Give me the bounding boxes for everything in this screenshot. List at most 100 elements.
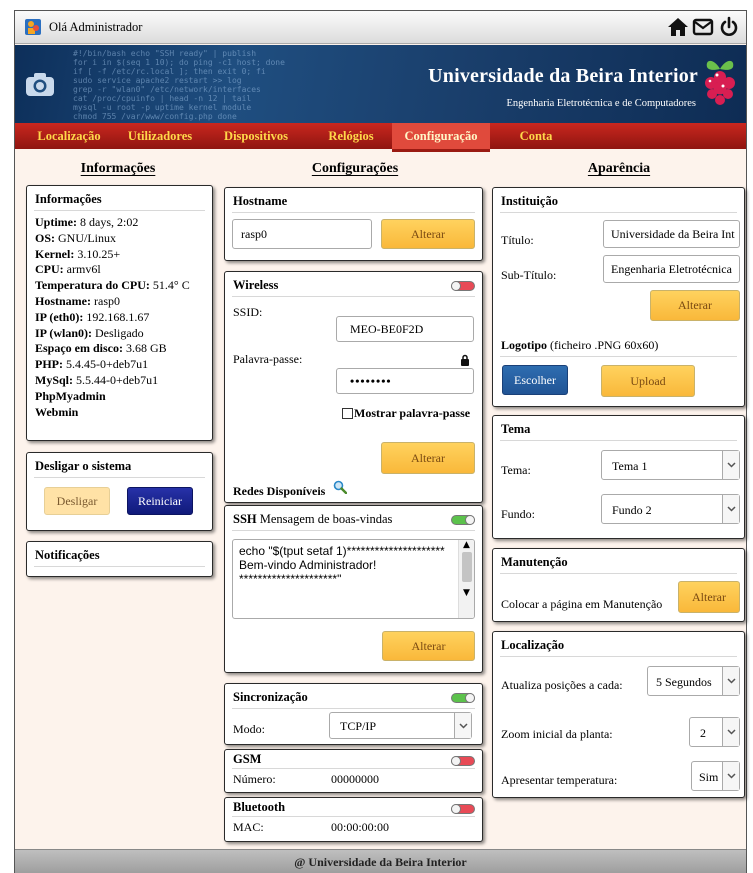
temperature-select[interactable]: Sim — [691, 761, 740, 791]
info-value: 8 days, 2:02 — [77, 215, 139, 229]
home-icon[interactable] — [667, 16, 689, 38]
info-key: MySql: — [35, 372, 74, 387]
ssh-title-bold: SSH — [233, 512, 257, 526]
tab-configuracao[interactable]: Configuração — [392, 123, 490, 152]
logo-label: Logotipo (ficheiro .PNG 60x60) — [501, 338, 658, 353]
info-line: PhpMyadmin — [35, 389, 190, 405]
info-line: Webmin — [35, 405, 190, 421]
info-value: rasp0 — [91, 293, 120, 308]
tab-conta[interactable]: Conta — [511, 123, 561, 149]
zoom-select[interactable]: 2 — [689, 717, 740, 747]
hostname-panel: Hostname rasp0 Alterar — [224, 187, 483, 261]
location-panel: Localização Atualiza posições a cada: 5 … — [492, 631, 745, 798]
wireless-alterar-button[interactable]: Alterar — [381, 442, 475, 474]
info-key: Webmin — [35, 404, 79, 419]
app-window: Olá Administrador #!/bin/bash echo "SSH … — [14, 10, 747, 873]
wireless-panel: Wireless SSID: MEO-BE0F2D Palavra-passe:… — [224, 271, 483, 503]
institution-panel: Instituição Título: Universidade da Beir… — [492, 187, 745, 407]
bluetooth-mac-value: 00:00:00:00 — [331, 820, 390, 834]
institution-alterar-button[interactable]: Alterar — [650, 290, 740, 321]
password-input[interactable]: •••••••• — [336, 368, 474, 394]
gsm-number-value: 00000000 — [331, 772, 379, 786]
mail-icon[interactable] — [692, 16, 714, 38]
wireless-panel-title: Wireless — [233, 278, 279, 292]
info-value: 3.68 GB — [123, 341, 167, 356]
raspberry-pi-logo — [705, 60, 735, 105]
chevron-down-icon — [727, 773, 736, 779]
bluetooth-panel: Bluetooth MAC: 00:00:00:00 — [224, 797, 483, 842]
scrollbar-thumb[interactable] — [462, 552, 472, 582]
ssh-message-textarea[interactable]: echo "$(tput setaf 1)*******************… — [232, 539, 475, 619]
banner-background-decoration: #!/bin/bash echo "SSH ready" | publish fo… — [73, 49, 285, 121]
wireless-toggle[interactable] — [451, 281, 475, 291]
choose-file-button[interactable]: Escolher — [502, 365, 568, 395]
refresh-label: Atualiza posições a cada: — [501, 678, 623, 692]
show-password-label: Mostrar palavra-passe — [354, 406, 471, 420]
scroll-up-icon[interactable]: ▲ — [463, 540, 470, 550]
scroll-down-icon[interactable]: ▼ — [463, 588, 470, 598]
background-label: Fundo: — [501, 507, 536, 521]
ssh-scrollbar[interactable]: ▲ ▼ — [458, 540, 474, 618]
background-select[interactable]: Fundo 2 — [601, 494, 740, 524]
theme-value: Tema 1 — [612, 459, 648, 473]
title-input[interactable]: Universidade da Beira Int — [603, 220, 740, 248]
theme-panel: Tema Tema: Tema 1 Fundo: Fundo 2 — [492, 415, 745, 539]
password-label: Palavra-passe: — [233, 352, 303, 366]
info-key: Temperatura do CPU: — [35, 278, 150, 293]
sync-toggle[interactable] — [451, 693, 475, 703]
refresh-select[interactable]: 5 Segundos — [647, 666, 740, 696]
sync-mode-select[interactable]: TCP/IP — [329, 712, 472, 739]
zoom-value: 2 — [700, 726, 706, 740]
hostname-input[interactable]: rasp0 — [232, 219, 372, 249]
ssid-input[interactable]: MEO-BE0F2D — [336, 316, 474, 342]
ssh-alterar-button[interactable]: Alterar — [382, 631, 475, 661]
shutdown-panel: Desligar o sistema Desligar Reiniciar — [26, 452, 213, 531]
info-key: PhpMyadmin — [35, 388, 106, 403]
upload-button[interactable]: Upload — [601, 365, 695, 397]
tab-localizacao[interactable]: Localização — [25, 123, 113, 149]
hostname-alterar-button[interactable]: Alterar — [381, 219, 475, 249]
shutdown-button[interactable]: Desligar — [44, 487, 110, 515]
maintenance-alterar-button[interactable]: Alterar — [678, 581, 740, 613]
info-line: Kernel: 3.10.25+ — [35, 247, 190, 263]
hostname-panel-title: Hostname — [233, 194, 288, 208]
user-icon — [25, 19, 41, 35]
info-key: PHP: — [35, 357, 63, 372]
chevron-down-icon — [727, 729, 736, 735]
info-value: 192.168.1.67 — [83, 309, 150, 324]
gsm-panel-title: GSM — [233, 752, 262, 766]
chevron-down-icon — [727, 506, 736, 512]
restart-button[interactable]: Reiniciar — [127, 487, 193, 515]
power-icon[interactable] — [718, 16, 740, 38]
info-key: Uptime: — [35, 215, 77, 229]
banner-subtitle: Engenharia Eletrotécnica e de Computador… — [506, 98, 696, 109]
column-title-informacoes: Informações — [80, 161, 156, 176]
info-panel: Informações Uptime: 8 days, 2:02 OS: GNU/… — [26, 185, 213, 441]
ssh-toggle[interactable] — [451, 515, 475, 525]
info-key: IP (wlan0): — [35, 325, 92, 340]
info-line: CPU: armv6l — [35, 262, 190, 278]
tab-utilizadores[interactable]: Utilizadores — [115, 123, 205, 149]
ssh-message-text: echo "$(tput setaf 1)*******************… — [239, 544, 445, 586]
maintenance-panel: Manutenção Colocar a página em Manutençã… — [492, 548, 745, 622]
tab-relogios[interactable]: Relógios — [315, 123, 387, 149]
logo-label-rest: (ficheiro .PNG 60x60) — [547, 338, 659, 352]
temperature-value: Sim — [699, 770, 719, 784]
theme-select[interactable]: Tema 1 — [601, 450, 740, 480]
info-panel-title: Informações — [35, 192, 102, 206]
bluetooth-toggle[interactable] — [451, 804, 475, 814]
lock-icon — [461, 354, 469, 366]
info-line: IP (eth0): 192.168.1.67 — [35, 310, 190, 326]
subtitle-input[interactable]: Engenharia Eletrotécnica — [603, 255, 740, 283]
info-value: 5.5.44-0+deb7u1 — [73, 372, 159, 387]
gsm-toggle[interactable] — [451, 756, 475, 766]
notifications-panel: Notificações — [26, 541, 213, 577]
show-password-checkbox[interactable] — [342, 408, 353, 419]
info-line: Hostname: rasp0 — [35, 294, 190, 310]
banner-title: Universidade da Beira Interior — [428, 65, 698, 87]
maintenance-panel-title: Manutenção — [501, 555, 568, 569]
zoom-label: Zoom inicial da planta: — [501, 727, 613, 741]
header-banner: #!/bin/bash echo "SSH ready" | publish fo… — [15, 45, 746, 123]
search-icon[interactable] — [333, 480, 347, 494]
tab-dispositivos[interactable]: Dispositivos — [211, 123, 301, 149]
